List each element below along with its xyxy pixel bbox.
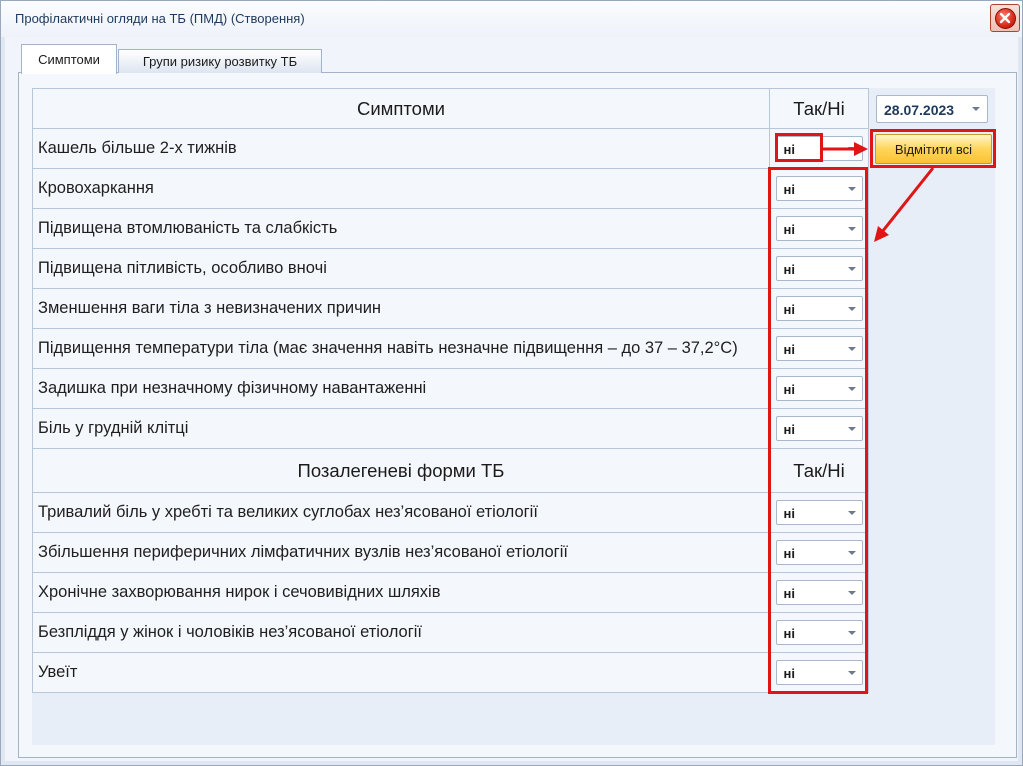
mark-all-button[interactable]: Відмітити всі	[875, 134, 992, 164]
yes-no-dropdown[interactable]: ні	[775, 416, 863, 441]
row-label: Безпліддя у жінок і чоловіків нез’ясован…	[32, 612, 769, 652]
row-label: Тривалий біль у хребті та великих суглоб…	[32, 492, 769, 532]
yes-no-value: ні	[783, 182, 795, 197]
yes-no-dropdown[interactable]: ні	[775, 296, 863, 321]
row-label: Увеїт	[32, 652, 769, 692]
row-value-cell: ні	[769, 288, 869, 328]
chevron-down-icon	[972, 107, 980, 111]
row-label: Кровохаркання	[32, 168, 769, 208]
table-row: Увеїт ні	[32, 652, 869, 692]
row-value-cell: ні	[769, 572, 869, 612]
table-row: Хронічне захворювання нирок і сечовивідн…	[32, 572, 869, 612]
row-value-cell: ні	[769, 408, 869, 448]
table-row: Тривалий біль у хребті та великих суглоб…	[32, 492, 869, 532]
section-header-extrapulmonary: Позалегеневі форми ТБ Так/Ні	[32, 448, 869, 492]
table-row: Задишка при незначному фізичному наванта…	[32, 368, 869, 408]
chevron-down-icon	[847, 671, 856, 675]
yes-no-value: ні	[783, 422, 795, 437]
chevron-down-icon	[847, 227, 856, 231]
yes-no-value: ні	[783, 586, 795, 601]
yes-no-dropdown[interactable]: ні	[775, 336, 863, 361]
table-row: Підвищена пітливість, особливо вночі ні	[32, 248, 869, 288]
yes-no-dropdown[interactable]: ні	[775, 256, 863, 281]
yes-no-dropdown[interactable]: ні	[775, 216, 863, 241]
close-button[interactable]	[990, 4, 1020, 32]
window-frame-left	[1, 37, 5, 765]
chevron-down-icon	[847, 427, 856, 431]
yes-no-dropdown[interactable]: ні	[775, 580, 863, 605]
column-header-yes-no: Так/Ні	[769, 448, 869, 492]
row-value-cell: ні	[769, 168, 869, 208]
row-value-cell: ні	[769, 532, 869, 572]
yes-no-dropdown[interactable]: ні	[775, 500, 863, 525]
yes-no-dropdown[interactable]: ні	[775, 136, 863, 161]
row-value-cell: ні	[769, 492, 869, 532]
chevron-down-icon	[847, 347, 856, 351]
section-title: Симптоми	[32, 88, 769, 128]
row-label: Хронічне захворювання нирок і сечовивідн…	[32, 572, 769, 612]
tab-risk-groups[interactable]: Групи ризику розвитку ТБ	[118, 49, 322, 73]
yes-no-dropdown[interactable]: ні	[775, 620, 863, 645]
section-title: Позалегеневі форми ТБ	[32, 448, 769, 492]
chevron-down-icon	[847, 387, 856, 391]
yes-no-dropdown[interactable]: ні	[775, 176, 863, 201]
window-frame-bottom	[1, 761, 1022, 765]
chevron-down-icon	[847, 187, 856, 191]
yes-no-value: ні	[783, 626, 795, 641]
chevron-down-icon	[847, 591, 856, 595]
section-header-symptoms: Симптоми Так/Ні	[32, 88, 869, 128]
date-value: 28.07.2023	[884, 102, 955, 118]
chevron-down-icon	[847, 267, 856, 271]
row-value-cell: ні	[769, 368, 869, 408]
yes-no-value: ні	[783, 302, 795, 317]
yes-no-value: ні	[783, 666, 795, 681]
row-value-cell: ні	[769, 652, 869, 692]
column-header-yes-no: Так/Ні	[769, 88, 869, 128]
row-label: Підвищена втомлюваність та слабкість	[32, 208, 769, 248]
table-row: Безпліддя у жінок і чоловіків нез’ясован…	[32, 612, 869, 652]
yes-no-dropdown[interactable]: ні	[775, 660, 863, 685]
close-icon	[994, 7, 1016, 29]
yes-no-value: ні	[783, 142, 795, 157]
chevron-down-icon	[847, 147, 856, 151]
row-value-cell: ні	[769, 128, 869, 168]
yes-no-dropdown[interactable]: ні	[775, 376, 863, 401]
window-frame-right	[1018, 37, 1022, 765]
row-label: Збільшення периферичних лімфатичних вузл…	[32, 532, 769, 572]
row-value-cell: ні	[769, 328, 869, 368]
table-row: Підвищення температури тіла (має значенн…	[32, 328, 869, 368]
yes-no-dropdown[interactable]: ні	[775, 540, 863, 565]
yes-no-value: ні	[783, 342, 795, 357]
table-row: Підвищена втомлюваність та слабкість ні	[32, 208, 869, 248]
date-picker[interactable]: 28.07.2023	[876, 95, 988, 123]
chevron-down-icon	[847, 511, 856, 515]
row-label: Кашель більше 2-х тижнів	[32, 128, 769, 168]
yes-no-value: ні	[783, 262, 795, 277]
row-label: Задишка при незначному фізичному наванта…	[32, 368, 769, 408]
window-title: Профілактичні огляди на ТБ (ПМД) (Створе…	[15, 11, 305, 26]
row-label: Підвищення температури тіла (має значенн…	[32, 328, 769, 368]
row-label: Зменшення ваги тіла з невизначених причи…	[32, 288, 769, 328]
table-row: Кровохаркання ні	[32, 168, 869, 208]
yes-no-value: ні	[783, 382, 795, 397]
yes-no-value: ні	[783, 506, 795, 521]
row-value-cell: ні	[769, 208, 869, 248]
row-value-cell: ні	[769, 612, 869, 652]
row-label: Біль у грудній клітці	[32, 408, 769, 448]
grid-bottom-border	[32, 692, 869, 693]
row-value-cell: ні	[769, 248, 869, 288]
table-row: Збільшення периферичних лімфатичних вузл…	[32, 532, 869, 572]
table-row: Кашель більше 2-х тижнів ні	[32, 128, 869, 168]
yes-no-value: ні	[783, 222, 795, 237]
yes-no-value: ні	[783, 546, 795, 561]
table-row: Біль у грудній клітці ні	[32, 408, 869, 448]
row-label: Підвищена пітливість, особливо вночі	[32, 248, 769, 288]
table-row: Зменшення ваги тіла з невизначених причи…	[32, 288, 869, 328]
chevron-down-icon	[847, 631, 856, 635]
chevron-down-icon	[847, 307, 856, 311]
tab-symptoms[interactable]: Симптоми	[21, 44, 117, 74]
title-bar: Профілактичні огляди на ТБ (ПМД) (Створе…	[1, 1, 1022, 37]
chevron-down-icon	[847, 551, 856, 555]
